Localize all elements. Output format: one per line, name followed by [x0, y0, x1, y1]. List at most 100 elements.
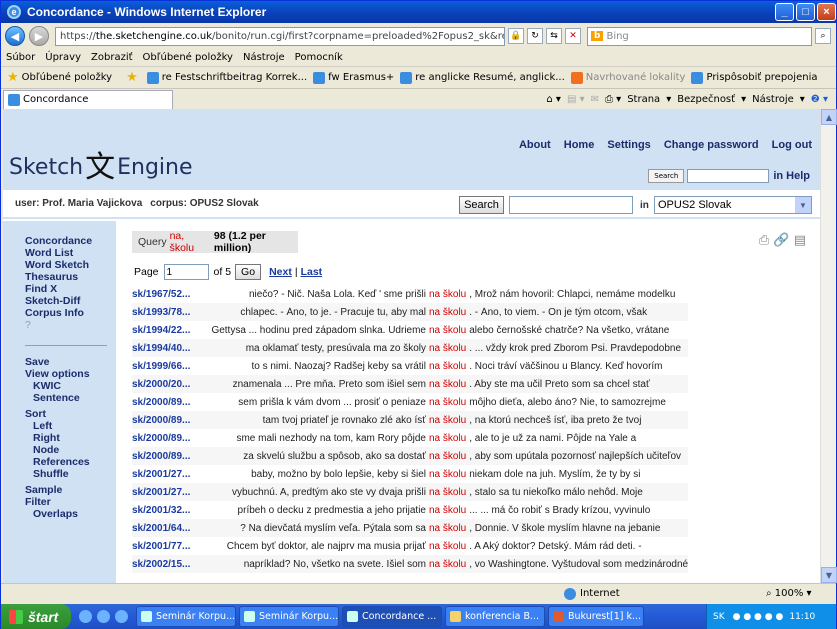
taskbar-item-active[interactable]: Concordance ...	[342, 606, 442, 627]
scroll-down-icon[interactable]: ▼	[821, 567, 837, 583]
stop-icon[interactable]: ✕	[565, 28, 581, 44]
taskbar-item[interactable]: Bukurest[1] k...	[548, 606, 644, 627]
menu-tools[interactable]: Nástroje	[243, 52, 285, 63]
kwic-keyword[interactable]: na školu	[429, 361, 466, 372]
kwic-keyword[interactable]: na školu	[429, 541, 466, 552]
add-favorite-icon[interactable]: ★	[126, 70, 141, 85]
row-reference-link[interactable]: sk/1993/78...	[132, 307, 206, 318]
kwic-keyword[interactable]: na školu	[429, 289, 466, 300]
menu-view[interactable]: Zobraziť	[91, 52, 133, 63]
sidebar-item-sort-right[interactable]: Right	[25, 432, 116, 444]
minimize-button[interactable]: _	[775, 3, 794, 21]
tab-concordance[interactable]: Concordance	[3, 89, 173, 109]
row-reference-link[interactable]: sk/1967/52...	[132, 289, 206, 300]
row-reference-link[interactable]: sk/2001/77...	[132, 541, 206, 552]
favorites-button[interactable]: ★ Obľúbené položky	[7, 70, 112, 85]
sidebar-item-save[interactable]: Save	[25, 356, 116, 368]
back-button[interactable]: ◀	[5, 26, 25, 46]
row-reference-link[interactable]: sk/1994/40...	[132, 343, 206, 354]
sidebar-item-sort-left[interactable]: Left	[25, 420, 116, 432]
favorite-link-3[interactable]: re anglicke Resumé, anglick...	[400, 71, 565, 84]
tools-menu[interactable]: Nástroje	[752, 94, 794, 105]
taskbar-item[interactable]: konferencia B...	[445, 606, 545, 627]
home-link[interactable]: Home	[564, 139, 595, 151]
kwic-keyword[interactable]: na školu	[429, 505, 466, 516]
kwic-keyword[interactable]: na školu	[429, 559, 466, 570]
corpus-search-button[interactable]: Search	[459, 196, 504, 214]
row-reference-link[interactable]: sk/2000/89...	[132, 397, 206, 408]
sidebar-item-overlaps[interactable]: Overlaps	[25, 508, 116, 520]
sidebar-item-shuffle[interactable]: Shuffle	[25, 468, 116, 480]
row-reference-link[interactable]: sk/2000/20...	[132, 379, 206, 390]
sidebar-item-word-list[interactable]: Word List	[25, 247, 116, 259]
help-icon[interactable]: ❷ ▾	[811, 94, 828, 105]
menu-favorites[interactable]: Obľúbené položky	[143, 52, 233, 63]
print-icon[interactable]: ⎙	[759, 233, 769, 248]
row-reference-link[interactable]: sk/2001/27...	[132, 469, 206, 480]
logout-link[interactable]: Log out	[772, 139, 812, 151]
sketch-engine-logo[interactable]: Sketch文Engine	[9, 139, 193, 185]
home-icon[interactable]: ⌂ ▾	[546, 94, 561, 105]
page-input[interactable]	[163, 264, 209, 280]
row-reference-link[interactable]: sk/2002/15...	[132, 559, 206, 570]
zoom-control[interactable]: ⌕ 100% ▾	[766, 588, 812, 599]
forward-button[interactable]: ▶	[29, 26, 49, 46]
kwic-keyword[interactable]: na školu	[429, 325, 466, 336]
corpus-search-input[interactable]	[509, 196, 633, 214]
compat-icon[interactable]: ⇆	[546, 28, 562, 44]
help-search-button[interactable]: Search	[648, 169, 685, 183]
safety-menu[interactable]: Bezpečnosť	[677, 94, 735, 105]
refresh-icon[interactable]: ↻	[527, 28, 543, 44]
row-reference-link[interactable]: sk/2001/64...	[132, 523, 206, 534]
language-indicator[interactable]: SK	[713, 612, 725, 622]
kwic-keyword[interactable]: na školu	[429, 433, 466, 444]
kwic-keyword[interactable]: na školu	[429, 469, 466, 480]
favorite-link-1[interactable]: re Festschriftbeitrag Korrek...	[146, 71, 307, 84]
row-reference-link[interactable]: sk/2000/89...	[132, 433, 206, 444]
quicklaunch-icon[interactable]	[115, 610, 128, 623]
sidebar-item-sentence[interactable]: Sentence	[25, 392, 116, 404]
export-icon[interactable]: ▤	[794, 233, 806, 248]
suggested-sites-link[interactable]: Navrhované lokality	[570, 71, 685, 84]
quicklaunch-icon[interactable]	[97, 610, 110, 623]
kwic-keyword[interactable]: na školu	[429, 523, 466, 534]
kwic-keyword[interactable]: na školu	[429, 415, 466, 426]
row-reference-link[interactable]: sk/2001/32...	[132, 505, 206, 516]
menu-edit[interactable]: Úpravy	[45, 52, 81, 63]
close-button[interactable]: ×	[817, 3, 836, 21]
sidebar-item-references[interactable]: References	[25, 456, 116, 468]
vertical-scrollbar[interactable]: ▲ ▼	[820, 109, 837, 583]
quicklaunch-icon[interactable]	[79, 610, 92, 623]
row-reference-link[interactable]: sk/2000/89...	[132, 415, 206, 426]
kwic-keyword[interactable]: na školu	[429, 487, 466, 498]
row-reference-link[interactable]: sk/1999/66...	[132, 361, 206, 372]
favorite-link-2[interactable]: fw Erasmus+	[313, 71, 394, 84]
last-link[interactable]: Last	[301, 266, 323, 278]
tray-icons[interactable]: ● ● ● ● ●	[733, 612, 784, 622]
page-menu[interactable]: Strana	[627, 94, 660, 105]
sidebar-item-concordance[interactable]: Concordance	[25, 235, 116, 247]
print-icon[interactable]: ⎙ ▾	[605, 94, 621, 105]
lock-icon[interactable]: 🔒	[508, 28, 524, 44]
bing-search-field[interactable]: b Bing	[587, 26, 812, 46]
search-icon[interactable]: ⌕	[815, 28, 831, 44]
sidebar-item-sort[interactable]: Sort	[25, 408, 116, 420]
sidebar-item-sample[interactable]: Sample	[25, 484, 116, 496]
sidebar-item-word-sketch[interactable]: Word Sketch	[25, 259, 116, 271]
kwic-keyword[interactable]: na školu	[429, 343, 466, 354]
start-button[interactable]: štart	[1, 604, 71, 629]
sidebar-item-sketch-diff[interactable]: Sketch-Diff	[25, 295, 116, 307]
row-reference-link[interactable]: sk/2000/89...	[132, 451, 206, 462]
kwic-keyword[interactable]: na školu	[429, 397, 466, 408]
sidebar-item-corpus-info[interactable]: Corpus Info	[25, 307, 116, 319]
address-bar[interactable]: https://the.sketchengine.co.uk/bonito/ru…	[55, 26, 505, 46]
help-search-input[interactable]	[687, 169, 770, 183]
link-icon[interactable]: 🔗	[773, 233, 789, 248]
go-button[interactable]: Go	[235, 264, 262, 280]
mail-icon[interactable]: ✉	[591, 94, 599, 105]
settings-link[interactable]: Settings	[607, 139, 650, 151]
menu-file[interactable]: Súbor	[6, 52, 35, 63]
taskbar-item[interactable]: Seminár Korpu...	[136, 606, 236, 627]
corpus-select[interactable]: OPUS2 Slovak ▼	[654, 196, 812, 214]
sidebar-item-kwic[interactable]: KWIC	[25, 380, 116, 392]
